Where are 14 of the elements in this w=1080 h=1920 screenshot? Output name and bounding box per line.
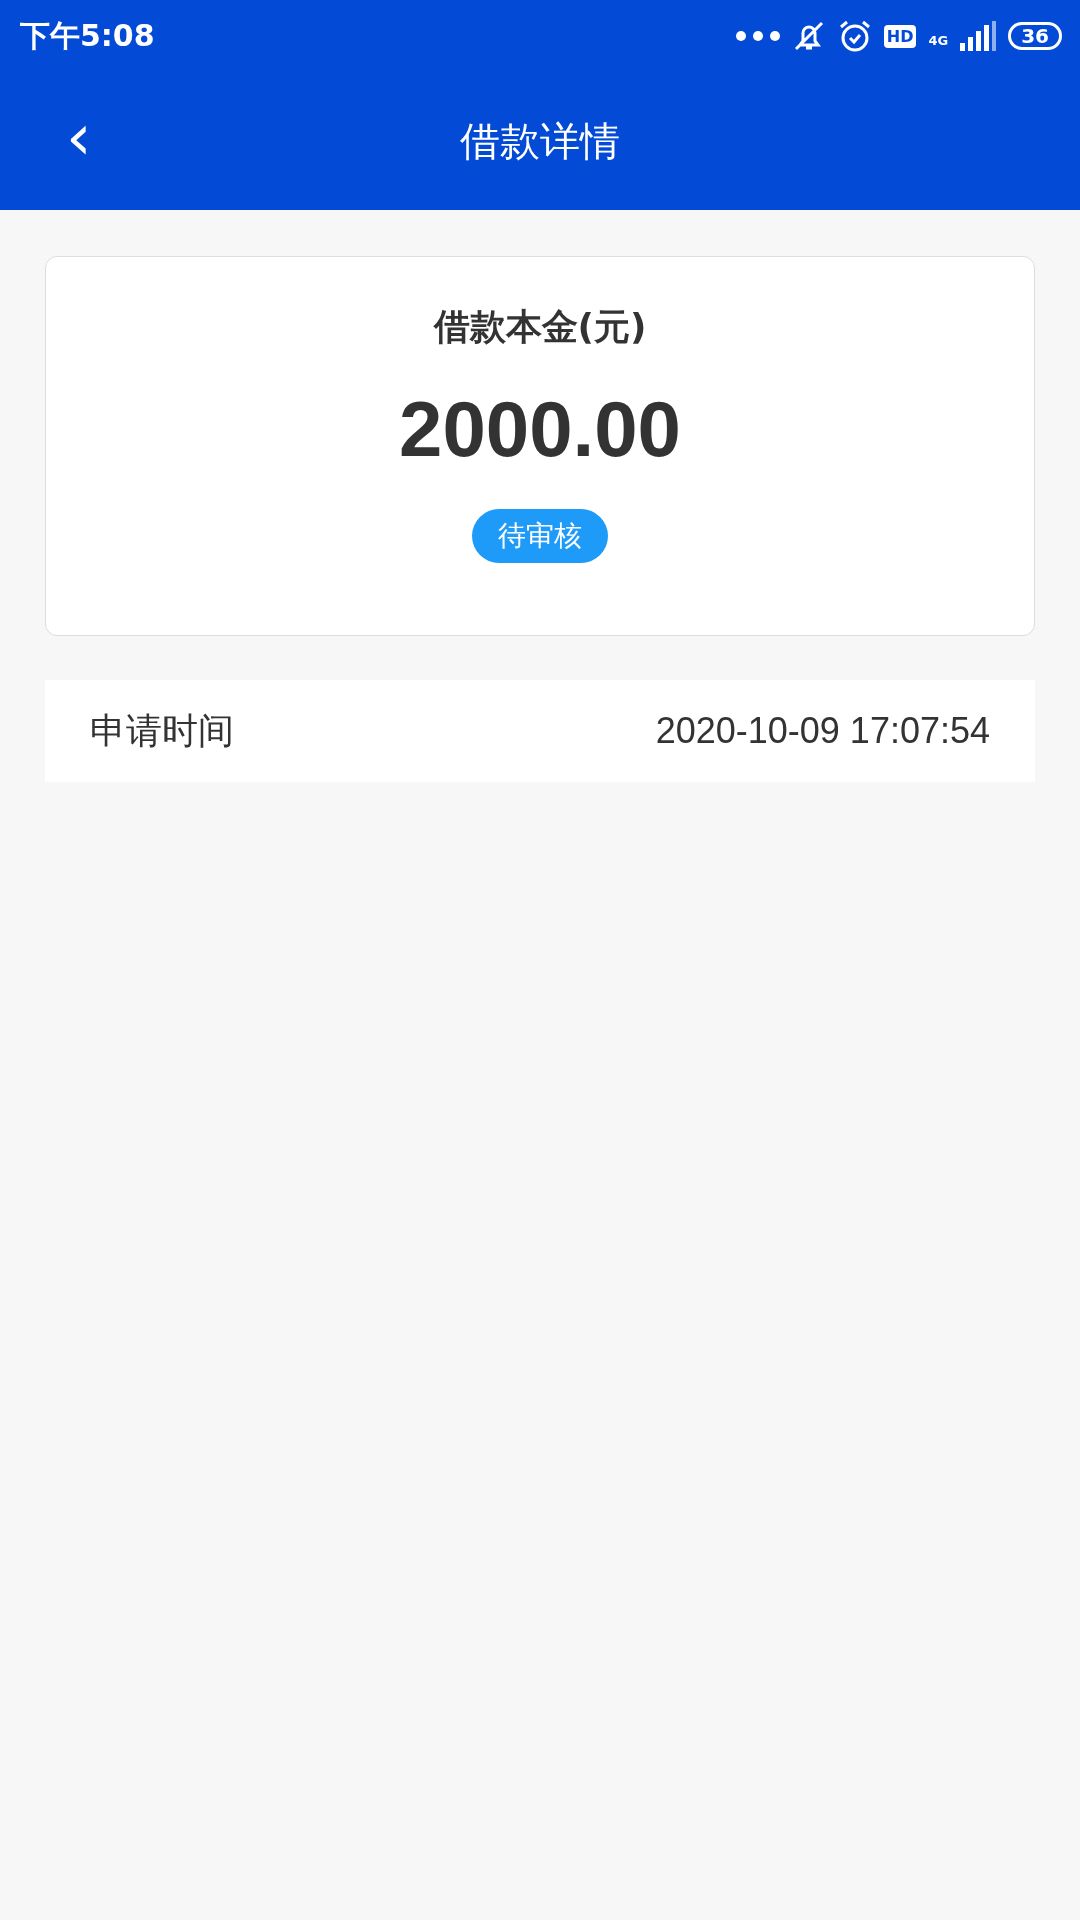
page-title: 借款详情 — [460, 116, 620, 166]
alarm-icon — [837, 19, 872, 53]
detail-value: 2020-10-09 17:07:54 — [655, 710, 990, 752]
status-time: 下午5:08 — [20, 16, 155, 55]
detail-label: 申请时间 — [90, 708, 234, 753]
back-button[interactable]: ‹ — [58, 105, 100, 177]
amount-label: 借款本金(元) — [433, 305, 647, 349]
hd-badge: HD — [883, 24, 917, 48]
network-label: 4G — [928, 33, 949, 48]
amount-value: 2000.00 — [399, 384, 681, 475]
signal-icon — [960, 21, 997, 51]
status-badge: 待审核 — [472, 509, 608, 563]
more-icon — [735, 31, 780, 41]
battery-indicator: 36 — [1008, 22, 1062, 50]
